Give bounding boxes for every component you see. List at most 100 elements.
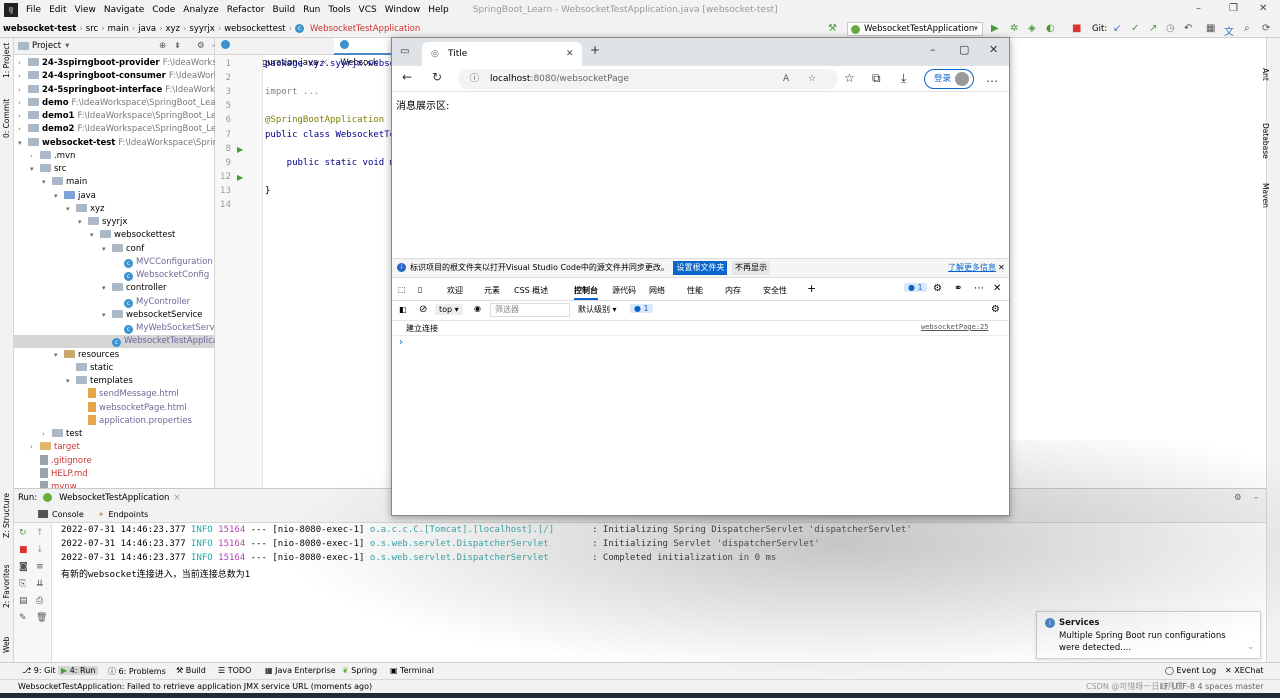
chevron-down-icon[interactable]: ▾ — [102, 282, 112, 295]
tree-item[interactable]: ▾ java — [14, 190, 215, 203]
git-update-icon[interactable]: ↙ — [1113, 23, 1121, 34]
maximize-icon[interactable]: ▢ — [959, 43, 969, 56]
menu-help[interactable]: Help — [424, 5, 453, 15]
tool-java-enterprise[interactable]: ▦ Java Enterprise — [265, 666, 336, 675]
breadcrumb-xyz[interactable]: xyz — [162, 24, 183, 34]
run-icon[interactable]: ▶ — [991, 23, 999, 34]
breadcrumb-websockettest[interactable]: websockettest — [221, 24, 288, 34]
close-icon[interactable]: ✕ — [1259, 3, 1267, 14]
run-gutter-icon[interactable]: ▶ — [237, 145, 243, 154]
login-button[interactable]: 登录 — [924, 69, 974, 89]
minimize-icon[interactable]: – — [930, 43, 936, 56]
profile-icon[interactable]: ◐ — [1046, 23, 1055, 34]
menu-vcs[interactable]: VCS — [355, 5, 381, 15]
minimize-icon[interactable]: – — [1196, 3, 1201, 14]
console-area[interactable]: 建立连接 websocketPage:25 › — [392, 321, 1009, 515]
tree-item[interactable]: › target — [14, 441, 215, 454]
project-panel-title[interactable]: Project — [32, 41, 61, 51]
tree-item[interactable]: ▾ resources — [14, 349, 215, 362]
tool-problems[interactable]: ⓘ 6: Problems — [108, 666, 166, 677]
trash-icon[interactable]: 🗑 — [36, 614, 47, 623]
hide-icon[interactable]: – — [1254, 493, 1258, 503]
structure-tool-tab[interactable]: Z: Structure — [2, 493, 11, 538]
web-tool-tab[interactable]: Web — [2, 637, 11, 653]
tab-sources[interactable]: 源代码 — [612, 285, 636, 296]
chevron-down-icon[interactable]: ▾ — [78, 216, 88, 229]
chevron-down-icon[interactable]: ▾ — [65, 41, 69, 51]
menu-refactor[interactable]: Refactor — [223, 5, 269, 15]
set-root-folder-button[interactable]: 设置根文件夹 — [673, 261, 728, 275]
hammer-icon[interactable]: ⚒ — [828, 23, 837, 34]
tool-build[interactable]: ⚒ Build — [176, 666, 206, 675]
git-commit-icon[interactable]: ✓ — [1131, 23, 1139, 34]
learn-more-link[interactable]: 了解更多信息 — [948, 259, 996, 277]
tree-item[interactable]: ▾ conf — [14, 243, 215, 256]
chevron-down-icon[interactable]: ▾ — [90, 229, 100, 242]
maximize-icon[interactable]: ❐ — [1229, 3, 1238, 14]
history-icon[interactable]: ◷ — [1166, 23, 1175, 34]
menu-edit[interactable]: Edit — [45, 5, 70, 15]
tool-git[interactable]: ⎇ 9: Git — [22, 666, 56, 675]
breadcrumb-syyrjx[interactable]: syyrjx — [186, 24, 217, 34]
tree-item[interactable]: c MVCConfiguration — [14, 256, 215, 269]
close-icon[interactable]: ✕ — [566, 42, 574, 66]
tab-mvc-configuration[interactable]: MVCConfiguration.java × — [215, 38, 334, 68]
tree-item[interactable]: › 24-3spirngboot-providerF:\IdeaWorkspac — [14, 57, 215, 70]
back-icon[interactable]: ← — [402, 70, 412, 84]
tree-item[interactable]: › .mvn — [14, 150, 215, 163]
tree-item[interactable]: ▾ websockettest — [14, 229, 215, 242]
scroll-up-icon[interactable]: ↑ — [36, 529, 44, 538]
restore-layout-icon[interactable]: ⎘ — [19, 580, 26, 589]
tab-security[interactable]: 安全性 — [763, 285, 787, 296]
scroll-to-end-icon[interactable]: ⇊ — [36, 580, 44, 589]
stop-icon[interactable]: ■ — [1072, 23, 1081, 34]
sidebar-toggle-icon[interactable]: ◧ — [399, 305, 407, 314]
log-level-select[interactable]: 默认级别 ▾ — [578, 304, 617, 315]
coverage-icon[interactable]: ◈ — [1028, 23, 1036, 34]
gear-icon[interactable]: ⚙ — [197, 41, 205, 51]
update-icon[interactable]: ⟳ — [1262, 23, 1270, 34]
console-settings-icon[interactable]: ⚙ — [991, 304, 1000, 315]
tree-item[interactable]: › 24-5springboot-interfaceF:\IdeaWorkspa — [14, 84, 215, 97]
dont-show-again-button[interactable]: 不再显示 — [732, 261, 771, 275]
chevron-down-icon[interactable]: ▾ — [66, 203, 76, 216]
tree-item[interactable]: ▾ controller — [14, 282, 215, 295]
tab-welcome[interactable]: 欢迎 — [447, 285, 463, 296]
menu-file[interactable]: File — [22, 5, 45, 15]
collections-icon[interactable]: ⧉ — [872, 71, 881, 86]
pin-icon[interactable]: ✎ — [19, 614, 27, 623]
tree-item[interactable]: static — [14, 362, 215, 375]
eye-icon[interactable]: ◉ — [474, 304, 481, 313]
tab-memory[interactable]: 内存 — [725, 285, 741, 296]
translate-icon[interactable]: 文 — [1224, 23, 1234, 38]
scroll-down-icon[interactable]: ↓ — [36, 546, 44, 555]
context-select[interactable]: top ▾ — [435, 304, 463, 315]
tab-actions-icon[interactable]: ▭ — [400, 46, 409, 57]
git-push-icon[interactable]: ↗ — [1149, 23, 1157, 34]
console-issues-badge[interactable]: ● 1 — [630, 304, 653, 313]
stop-icon[interactable]: ■ — [19, 546, 28, 555]
menu-window[interactable]: Window — [381, 5, 425, 15]
tab-css-overview[interactable]: CSS 概述 — [514, 285, 548, 296]
tab-endpoints[interactable]: Endpoints — [108, 510, 148, 519]
chevron-right-icon[interactable]: › — [18, 110, 28, 123]
tab-elements[interactable]: 元素 — [484, 285, 500, 296]
tree-item[interactable]: › 24-4springboot-consumerF:\IdeaWorkspa — [14, 70, 215, 83]
chevron-down-icon[interactable]: ▾ — [54, 190, 64, 203]
favorites-icon[interactable]: ☆ — [844, 71, 855, 85]
tree-item[interactable]: › test — [14, 428, 215, 441]
favorite-add-icon[interactable]: ☆ — [808, 69, 816, 89]
status-message[interactable]: WebsocketTestApplication: Failed to retr… — [18, 682, 372, 691]
breadcrumb-class[interactable]: WebsocketTestApplication — [307, 24, 423, 34]
chevron-right-icon[interactable]: › — [30, 441, 40, 454]
tree-item[interactable]: ▾ websocketService — [14, 309, 215, 322]
tree-item[interactable]: websocketPage.html — [14, 401, 215, 415]
gear-icon[interactable]: ⚙ — [1234, 493, 1242, 503]
read-aloud-icon[interactable]: A — [783, 69, 789, 89]
tree-item[interactable]: c MyWebSocketServi — [14, 322, 215, 335]
chevron-right-icon[interactable]: › — [42, 428, 52, 441]
maven-tool-tab[interactable]: Maven — [1261, 183, 1270, 208]
menu-analyze[interactable]: Analyze — [179, 5, 222, 15]
chevron-right-icon[interactable]: › — [30, 150, 40, 163]
tab-performance[interactable]: 性能 — [687, 285, 703, 296]
